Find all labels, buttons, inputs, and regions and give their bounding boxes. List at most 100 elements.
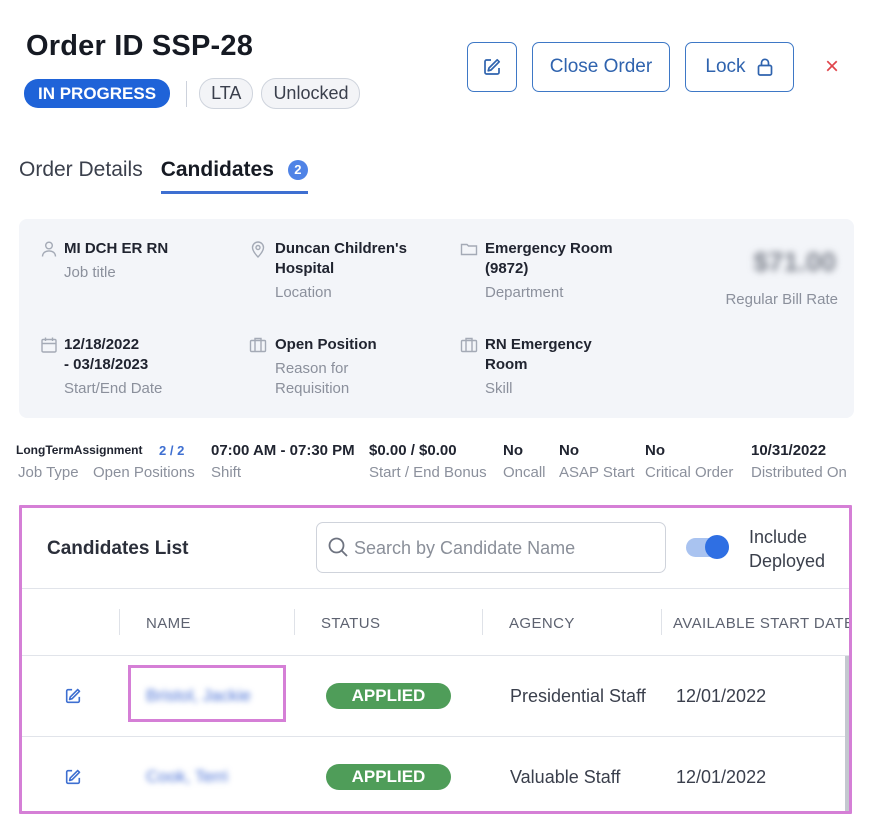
edit-icon[interactable] xyxy=(64,687,82,705)
open-positions-value: 2 / 2 xyxy=(159,443,185,458)
job-title-label: Job title xyxy=(64,264,116,281)
job-title-value: MI DCH ER RN xyxy=(64,240,169,257)
candidate-search-input[interactable] xyxy=(354,534,654,562)
search-icon xyxy=(328,537,348,557)
table-row[interactable]: Bristol, Jackie APPLIED Presidential Sta… xyxy=(22,656,849,737)
column-divider xyxy=(661,609,662,635)
bill-rate-label: Regular Bill Rate xyxy=(725,291,838,308)
lock-status-badge: Unlocked xyxy=(261,78,361,109)
person-icon xyxy=(41,241,57,257)
shift-label: Shift xyxy=(211,464,242,481)
calendar-icon xyxy=(41,337,57,353)
column-header-start-date[interactable]: AVAILABLE START DATE xyxy=(673,615,849,632)
candidates-count-badge: 2 xyxy=(287,160,308,180)
candidates-list-title: Candidates List xyxy=(47,538,189,559)
order-badges: IN PROGRESS LTA Unlocked xyxy=(24,78,361,109)
lock-button[interactable]: Lock xyxy=(685,42,794,92)
job-title-field: MI DCH ER RN Job title xyxy=(40,239,168,283)
status-badge: IN PROGRESS xyxy=(24,79,171,108)
location-label: Location xyxy=(275,284,332,301)
date-field: 12/18/2022 - 03/18/2023 Start/End Date xyxy=(40,335,162,399)
reason-field: Open Position Reason for Requisition xyxy=(249,335,377,399)
status-badge: APPLIED xyxy=(326,683,451,709)
oncall-label: Oncall xyxy=(503,464,546,481)
start-date-cell: 12/01/2022 xyxy=(676,686,767,706)
department-value-line2: (9872) xyxy=(485,260,529,277)
location-pin-icon xyxy=(251,241,265,258)
tab-candidates[interactable]: Candidates 2 xyxy=(160,158,308,194)
bonus-label: Start / End Bonus xyxy=(369,464,487,481)
asap-value: No xyxy=(559,442,579,459)
column-header-status[interactable]: STATUS xyxy=(321,615,380,632)
asap-field: No ASAP Start xyxy=(559,440,635,481)
column-divider xyxy=(119,609,120,635)
distributed-on-field: 10/31/2022 Distributed On xyxy=(751,440,847,481)
shift-field: 07:00 AM - 07:30 PM Shift xyxy=(211,440,355,481)
candidates-list-panel: Candidates List Include Deployed NAME ST… xyxy=(19,505,852,814)
distributed-on-label: Distributed On xyxy=(751,464,847,481)
skill-label: Skill xyxy=(485,380,513,397)
folder-icon xyxy=(460,243,478,256)
column-divider xyxy=(482,609,483,635)
candidate-name-link[interactable]: Bristol, Jackie xyxy=(146,686,251,706)
column-divider xyxy=(294,609,295,635)
oncall-field: No Oncall xyxy=(503,440,546,481)
candidate-name-link[interactable]: Cook, Terri xyxy=(146,767,228,787)
reason-label-line2: Requisition xyxy=(275,380,350,397)
close-order-button[interactable]: Close Order xyxy=(532,42,670,92)
include-deployed-label-line2: Deployed xyxy=(749,551,826,571)
edit-icon[interactable] xyxy=(64,768,82,786)
date-value-line2: - 03/18/2023 xyxy=(64,356,149,373)
badge-divider xyxy=(186,80,188,107)
open-positions-label: Open Positions xyxy=(93,464,195,481)
order-tabs: Order Details Candidates 2 xyxy=(19,158,308,194)
department-value-line1: Emergency Room xyxy=(485,240,613,257)
lock-label: Lock xyxy=(705,56,746,77)
location-field: Duncan Children's Hospital Location xyxy=(249,239,407,303)
edit-icon xyxy=(484,58,501,75)
distributed-on-value: 10/31/2022 xyxy=(751,442,827,459)
asap-label: ASAP Start xyxy=(559,464,635,481)
status-badge: APPLIED xyxy=(326,764,451,790)
department-field: Emergency Room (9872) Department xyxy=(460,239,613,303)
skill-field: RN Emergency Room Skill xyxy=(460,335,592,399)
critical-order-label: Critical Order xyxy=(645,464,734,481)
skill-value-line1: RN Emergency xyxy=(485,336,592,353)
include-deployed-label-line1: Include xyxy=(749,527,808,547)
tab-candidates-label: Candidates xyxy=(160,158,274,181)
start-date-cell: 12/01/2022 xyxy=(676,767,767,787)
bonus-field: $0.00 / $0.00 Start / End Bonus xyxy=(369,440,487,481)
bill-rate-value: $71.00 xyxy=(753,247,836,277)
briefcase-icon xyxy=(460,337,478,353)
close-icon[interactable]: × xyxy=(820,54,844,80)
include-deployed-toggle[interactable] xyxy=(686,535,729,559)
skill-value-line2: Room xyxy=(485,356,528,373)
reason-label-line1: Reason for xyxy=(275,360,349,377)
column-header-name[interactable]: NAME xyxy=(146,615,191,632)
lock-icon xyxy=(757,58,772,76)
agency-cell: Valuable Staff xyxy=(510,767,621,787)
table-row[interactable]: Cook, Terri APPLIED Valuable Staff 12/01… xyxy=(22,737,849,811)
bonus-value: $0.00 / $0.00 xyxy=(369,442,457,459)
include-deployed-label: Include Deployed xyxy=(749,525,849,573)
edit-order-button[interactable] xyxy=(467,42,517,92)
date-value-line1: 12/18/2022 xyxy=(64,336,140,353)
reason-value: Open Position xyxy=(275,336,377,353)
briefcase-icon xyxy=(249,337,267,353)
close-order-label: Close Order xyxy=(549,56,653,77)
agency-cell: Presidential Staff xyxy=(510,686,646,706)
order-details-card: MI DCH ER RN Job title Duncan Children's… xyxy=(19,219,854,418)
shift-value: 07:00 AM - 07:30 PM xyxy=(211,442,355,459)
location-value-line1: Duncan Children's xyxy=(275,240,407,257)
toggle-knob xyxy=(705,535,729,559)
order-type-badge: LTA xyxy=(199,78,254,109)
department-label: Department xyxy=(485,284,564,301)
scrollbar[interactable] xyxy=(845,656,849,811)
table-header: NAME STATUS AGENCY AVAILABLE START DATE xyxy=(22,588,849,656)
critical-order-value: No xyxy=(645,442,665,459)
tab-order-details[interactable]: Order Details xyxy=(19,158,143,193)
column-header-agency[interactable]: AGENCY xyxy=(509,615,575,632)
oncall-value: No xyxy=(503,442,523,459)
page-title: Order ID SSP-28 xyxy=(26,30,254,62)
candidate-search-box[interactable] xyxy=(316,522,666,573)
